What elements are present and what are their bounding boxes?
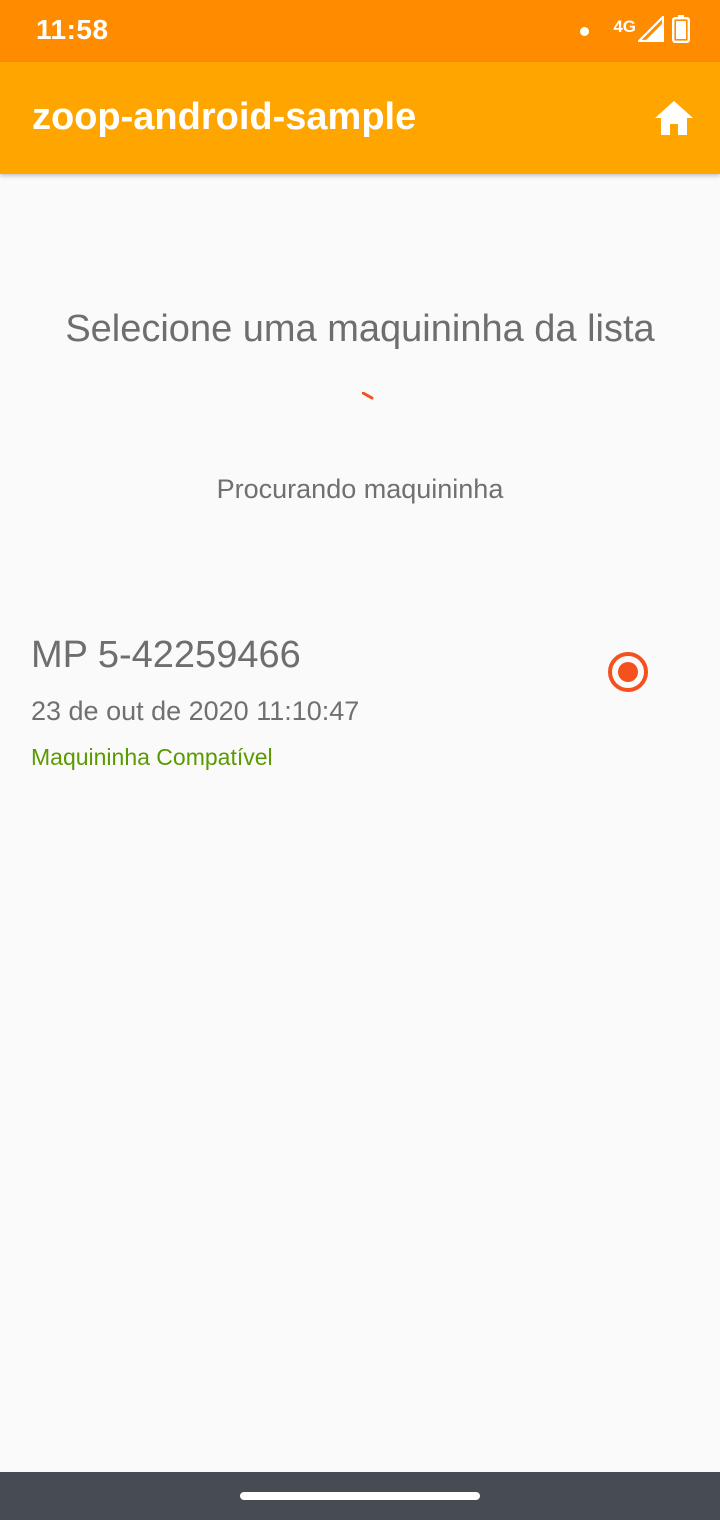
- status-bar: 11:58 4G: [0, 0, 720, 62]
- device-name: MP 5-42259466: [31, 634, 301, 676]
- device-list-item[interactable]: MP 5-42259466 23 de out de 2020 11:10:47…: [0, 620, 720, 790]
- status-icons: 4G: [580, 13, 691, 48]
- notification-dot-icon: [580, 26, 590, 36]
- home-button[interactable]: [650, 94, 698, 142]
- home-gesture-handle[interactable]: [240, 1492, 480, 1500]
- network-type-label: 4G: [613, 17, 636, 36]
- signal-icon: [636, 13, 665, 47]
- loading-spinner: [362, 392, 374, 400]
- device-radio-button[interactable]: [606, 650, 650, 694]
- status-time: 11:58: [36, 14, 109, 45]
- screen: 11:58 4G zoop-android-sample Selecione u…: [0, 0, 720, 1520]
- app-bar: zoop-android-sample: [0, 62, 720, 174]
- app-title: zoop-android-sample: [32, 96, 417, 138]
- page-heading: Selecione uma maquininha da lista: [65, 308, 655, 350]
- device-date: 23 de out de 2020 11:10:47: [31, 696, 360, 726]
- device-compatibility: Maquininha Compatível: [31, 744, 273, 770]
- navigation-bar: [0, 1472, 720, 1520]
- searching-status: Procurando maquininha: [216, 474, 504, 504]
- battery-icon: [672, 14, 691, 48]
- home-icon: [655, 101, 693, 135]
